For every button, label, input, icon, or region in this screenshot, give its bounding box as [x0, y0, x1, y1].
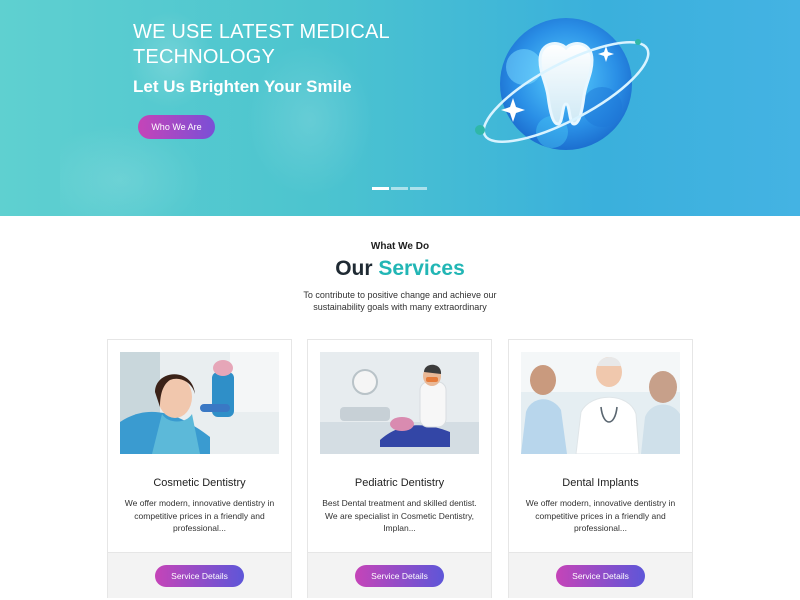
card-footer: Service Details: [308, 552, 491, 598]
hero-banner: WE USE LATEST MEDICAL TECHNOLOGY Let Us …: [0, 0, 800, 216]
service-photo: [320, 352, 479, 454]
service-details-button[interactable]: Service Details: [556, 565, 645, 587]
service-details-button[interactable]: Service Details: [155, 565, 244, 587]
hero-subtitle: Let Us Brighten Your Smile: [133, 77, 352, 96]
section-title: Our Services: [0, 257, 800, 281]
slider-dot[interactable]: [372, 187, 389, 190]
section-title-accent: Services: [378, 257, 465, 280]
card-footer: Service Details: [108, 552, 291, 598]
service-card-pediatric: Pediatric Dentistry Best Dental treatmen…: [307, 339, 492, 598]
who-we-are-button[interactable]: Who We Are: [138, 115, 215, 139]
section-eyebrow: What We Do: [370, 241, 430, 252]
service-description: Best Dental treatment and skilled dentis…: [322, 498, 477, 533]
service-details-button[interactable]: Service Details: [355, 565, 444, 587]
service-card-cosmetic: Cosmetic Dentistry We offer modern, inno…: [107, 339, 292, 598]
card-footer: Service Details: [509, 552, 692, 598]
service-photo: [120, 352, 279, 454]
service-description: We offer modern, innovative dentistry in…: [124, 498, 275, 533]
service-title: Dental Implants: [562, 477, 639, 489]
section-description: To contribute to positive change and ach…: [303, 290, 497, 312]
service-title: Cosmetic Dentistry: [153, 477, 246, 489]
slider-dot[interactable]: [410, 187, 427, 190]
service-description: We offer modern, innovative dentistry in…: [525, 498, 676, 533]
hero-title: WE USE LATEST MEDICAL TECHNOLOGY: [133, 21, 390, 68]
tooth-icon: [475, 18, 650, 150]
service-title: Pediatric Dentistry: [354, 477, 445, 489]
service-photo: [521, 352, 680, 454]
section-title-prefix: Our: [335, 257, 373, 280]
service-card-implants: Dental Implants We offer modern, innovat…: [508, 339, 693, 598]
slider-dot[interactable]: [391, 187, 408, 190]
slider-dots: [372, 187, 427, 190]
